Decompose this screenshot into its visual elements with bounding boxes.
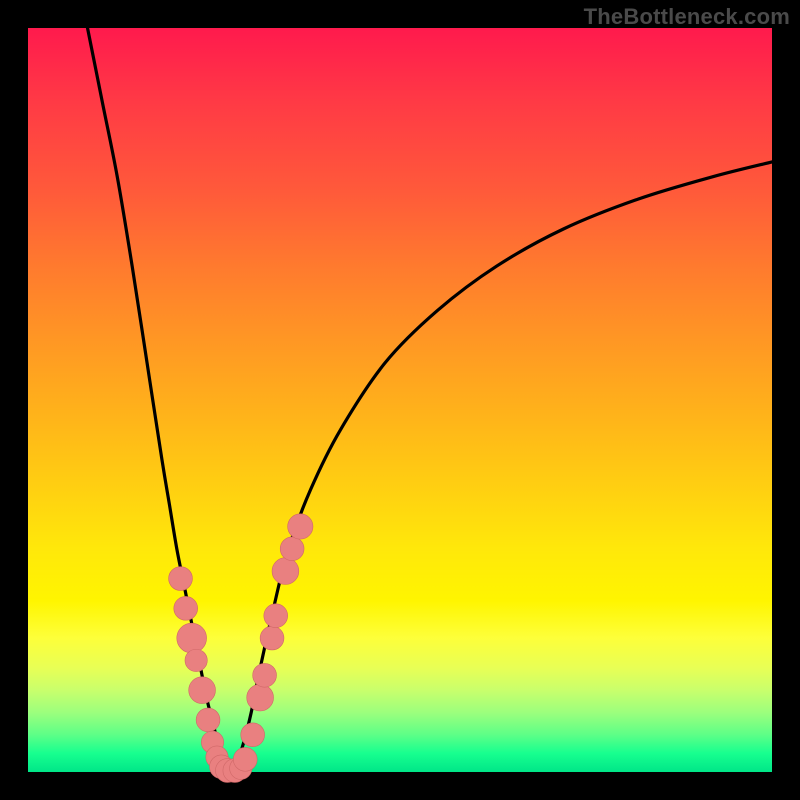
marker-dot <box>253 663 277 687</box>
marker-dot <box>260 626 284 650</box>
marker-dot <box>280 537 304 561</box>
marker-dot <box>169 567 193 591</box>
curve-left-arm <box>88 28 229 772</box>
marker-group <box>169 514 313 783</box>
outer-frame: TheBottleneck.com <box>0 0 800 800</box>
marker-dot <box>233 747 257 771</box>
chart-svg <box>28 28 772 772</box>
marker-dot <box>288 514 313 539</box>
marker-dot <box>264 604 288 628</box>
marker-dot <box>247 684 274 711</box>
marker-dot <box>189 677 216 704</box>
watermark-text: TheBottleneck.com <box>584 4 790 30</box>
marker-dot <box>196 708 220 732</box>
marker-dot <box>174 596 198 620</box>
marker-dot <box>241 723 265 747</box>
marker-dot <box>177 623 207 653</box>
marker-dot <box>272 558 299 585</box>
marker-dot <box>185 649 207 671</box>
curve-right-arm <box>229 162 772 772</box>
